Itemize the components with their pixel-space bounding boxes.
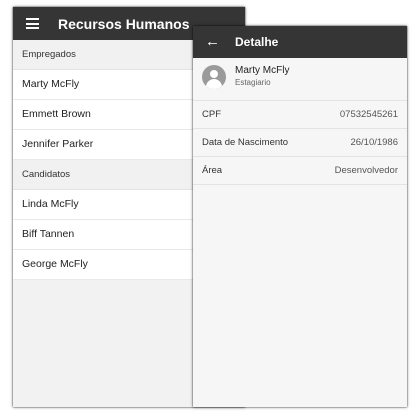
detail-label: Data de Nascimento bbox=[202, 137, 289, 148]
detail-screen: ← Detalhe Marty McFly Estagiario CPF 075… bbox=[193, 26, 407, 407]
detail-row-birthdate: Data de Nascimento 26/10/1986 bbox=[193, 129, 407, 157]
detail-app-bar: ← Detalhe bbox=[193, 26, 407, 58]
detail-value: 07532545261 bbox=[339, 109, 398, 120]
back-arrow-icon[interactable]: ← bbox=[205, 34, 220, 49]
detail-value: Desenvolvedor bbox=[334, 165, 398, 176]
detail-label: Área bbox=[202, 165, 223, 176]
profile-header: Marty McFly Estagiario bbox=[193, 58, 407, 101]
profile-role: Estagiario bbox=[235, 78, 271, 87]
menu-icon[interactable] bbox=[26, 18, 40, 29]
app-title: Recursos Humanos bbox=[58, 16, 190, 32]
detail-row-cpf: CPF 07532545261 bbox=[193, 101, 407, 129]
detail-row-area: Área Desenvolvedor bbox=[193, 157, 407, 185]
profile-name: Marty McFly bbox=[235, 65, 290, 76]
detail-title: Detalhe bbox=[235, 35, 279, 49]
detail-value: 26/10/1986 bbox=[350, 137, 398, 148]
avatar bbox=[202, 65, 226, 89]
detail-label: CPF bbox=[202, 109, 221, 120]
